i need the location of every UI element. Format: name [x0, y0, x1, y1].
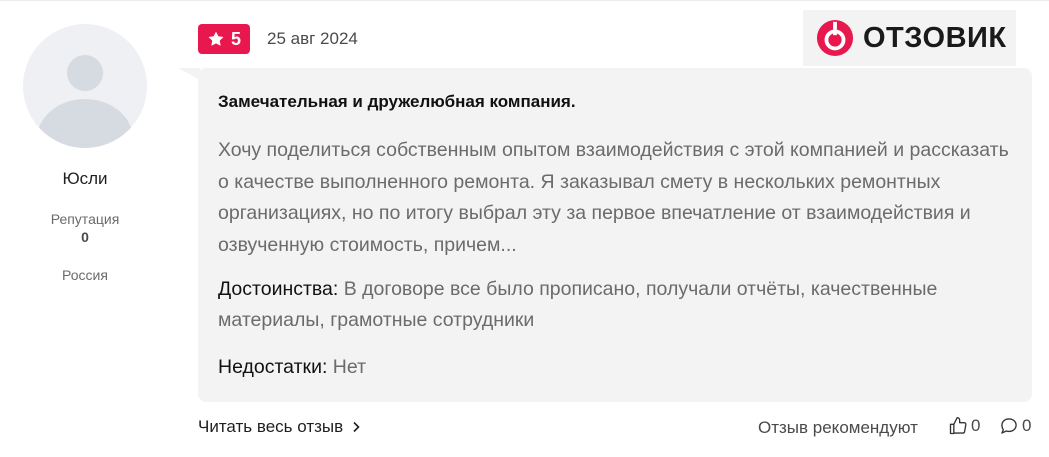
review-date: 25 авг 2024: [267, 29, 358, 48]
user-name[interactable]: Юсли: [0, 169, 170, 189]
pros-label: Достоинства:: [218, 278, 339, 300]
cons-text: Нет: [332, 356, 367, 378]
recommend-label: Отзыв рекомендуют: [758, 418, 918, 437]
comment-icon: [1001, 418, 1017, 434]
chevron-right-icon: [353, 421, 360, 433]
review-cons: Недостатки: Нет: [218, 352, 366, 383]
read-full-review-link[interactable]: Читать весь отзыв: [198, 417, 361, 437]
review-text: Хочу поделиться собственным опытом взаим…: [218, 139, 1009, 256]
review-pros: Достоинства: В договоре все было прописа…: [218, 274, 1018, 336]
reputation-label: Репутация: [50, 211, 120, 227]
likes-count: 0: [971, 416, 981, 435]
user-card: Юсли Репутация 0 Россия: [0, 0, 170, 457]
thumbs-up-icon: [949, 417, 967, 435]
review-title[interactable]: Замечательная и дружелюбная компания.: [218, 92, 576, 112]
star-icon: [208, 31, 224, 46]
avatar[interactable]: [23, 24, 147, 148]
otzovik-logo-icon: [816, 19, 854, 57]
avatar-head-shape: [67, 55, 103, 91]
brand-logo[interactable]: ОТЗОВИК: [803, 10, 1016, 66]
like-button[interactable]: 0: [948, 416, 980, 436]
rating-value: 5: [230, 28, 241, 49]
reputation-value: 0: [81, 229, 89, 245]
read-more-label: Читать весь отзыв: [198, 417, 344, 436]
avatar-body-shape: [37, 99, 133, 148]
bubble-tail: [178, 68, 200, 80]
rating-badge: 5: [198, 24, 250, 54]
brand-name: ОТЗОВИК: [863, 22, 1007, 54]
comments-button[interactable]: 0: [999, 416, 1031, 436]
cons-label: Недостатки:: [218, 356, 328, 378]
comments-count: 0: [1022, 416, 1032, 435]
user-country: Россия: [62, 267, 108, 283]
